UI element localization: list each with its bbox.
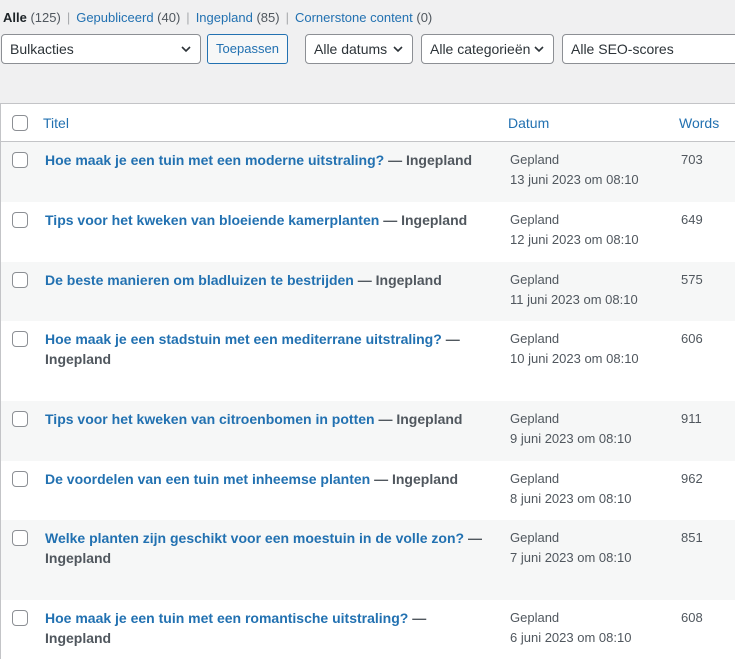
post-date-cell: Gepland 6 juni 2023 om 08:10 [510,608,631,648]
post-date: 7 juni 2023 om 08:10 [510,550,632,565]
view-separator: | [285,10,289,25]
post-status: Gepland [510,411,560,426]
row-checkbox[interactable] [12,411,28,427]
table-row: Welke planten zijn geschikt voor een moe… [1,520,735,600]
post-state: — Ingepland [357,272,442,288]
date-filter-value: Alle datums [314,41,388,57]
view-separator: | [186,10,190,25]
post-title-link[interactable]: Tips voor het kweken van bloeiende kamer… [45,212,379,228]
post-word-count: 851 [681,530,703,545]
post-title-link[interactable]: Hoe maak je een tuin met een moderne uit… [45,152,384,168]
view-link-0[interactable]: Alle [3,10,27,25]
post-word-count: 608 [681,610,703,625]
table-row: Hoe maak je een stadstuin met een medite… [1,321,735,401]
post-title-cell: Tips voor het kweken van citroenbomen in… [45,409,495,429]
seo-score-filter-value: Alle SEO-scores [571,41,674,57]
row-checkbox[interactable] [12,530,28,546]
table-row: De voordelen van een tuin met inheemse p… [1,461,735,520]
category-filter-select[interactable]: Alle categorieën [421,34,554,64]
post-title-cell: Tips voor het kweken van bloeiende kamer… [45,210,495,230]
bulk-actions-value: Bulkacties [10,41,74,57]
table-row: De beste manieren om bladluizen te bestr… [1,262,735,321]
table-row: Tips voor het kweken van bloeiende kamer… [1,202,735,262]
post-date-cell: Gepland 10 juni 2023 om 08:10 [510,329,639,369]
post-date-cell: Gepland 9 juni 2023 om 08:10 [510,409,631,449]
post-date: 6 juni 2023 om 08:10 [510,630,632,645]
post-word-count: 703 [681,152,703,167]
posts-table: Titel Datum Words Hoe maak je een tuin m… [0,103,735,659]
post-date-cell: Gepland 8 juni 2023 om 08:10 [510,469,631,509]
post-title-cell: De voordelen van een tuin met inheemse p… [45,469,495,489]
row-checkbox[interactable] [12,152,28,168]
post-status: Gepland [510,331,560,346]
bulk-actions-select[interactable]: Bulkacties [1,34,201,64]
view-count: (125) [30,10,61,25]
view-link-1[interactable]: Gepubliceerd [76,10,153,25]
post-title-cell: Welke planten zijn geschikt voor een moe… [45,528,495,568]
category-filter-value: Alle categorieën [430,41,531,57]
column-words-header: Words [679,115,720,131]
post-title-link[interactable]: De beste manieren om bladluizen te bestr… [45,272,354,288]
post-title-link[interactable]: Welke planten zijn geschikt voor een moe… [45,530,464,546]
row-checkbox[interactable] [12,331,28,347]
post-date: 11 juni 2023 om 08:10 [510,292,638,307]
column-date-header[interactable]: Datum [508,115,549,131]
select-all-checkbox[interactable] [12,115,28,131]
view-link-3[interactable]: Cornerstone content [295,10,413,25]
post-title-link[interactable]: De voordelen van een tuin met inheemse p… [45,471,370,487]
post-state: — Ingepland [378,411,463,427]
view-link-2[interactable]: Ingepland [196,10,253,25]
view-count: (85) [256,10,280,25]
post-date: 9 juni 2023 om 08:10 [510,431,632,446]
apply-button[interactable]: Toepassen [207,34,288,64]
post-status: Gepland [510,212,560,227]
date-filter-select[interactable]: Alle datums [305,34,413,64]
post-state: — Ingepland [388,152,473,168]
post-date-cell: Gepland 13 juni 2023 om 08:10 [510,150,639,190]
table-row: Tips voor het kweken van citroenbomen in… [1,401,735,461]
post-status: Gepland [510,471,560,486]
post-title-cell: Hoe maak je een tuin met een moderne uit… [45,150,495,170]
post-status: Gepland [510,610,560,625]
row-checkbox[interactable] [12,471,28,487]
post-title-cell: Hoe maak je een stadstuin met een medite… [45,329,495,369]
post-word-count: 649 [681,212,703,227]
post-word-count: 962 [681,471,703,486]
table-header: Titel Datum Words [1,104,735,142]
post-status-views: Alle (125) | Gepubliceerd (40) | Ingepland (… [3,9,432,26]
column-title-header[interactable]: Titel [43,115,69,131]
post-date-cell: Gepland 11 juni 2023 om 08:10 [510,270,638,310]
chevron-down-icon [181,46,191,53]
post-word-count: 606 [681,331,703,346]
post-title-link[interactable]: Tips voor het kweken van citroenbomen in… [45,411,375,427]
view-separator: | [66,10,71,25]
post-state: — Ingepland [383,212,468,228]
chevron-down-icon [393,46,403,53]
post-date-cell: Gepland 12 juni 2023 om 08:10 [510,210,639,250]
post-status: Gepland [510,530,560,545]
post-title-link[interactable]: Hoe maak je een stadstuin met een medite… [45,331,442,347]
seo-score-filter-select[interactable]: Alle SEO-scores [562,34,735,64]
post-word-count: 575 [681,272,703,287]
post-date: 10 juni 2023 om 08:10 [510,351,639,366]
post-title-cell: Hoe maak je een tuin met een romantische… [45,608,495,648]
table-row: Hoe maak je een tuin met een romantische… [1,600,735,659]
post-word-count: 911 [681,411,702,426]
row-checkbox[interactable] [12,212,28,228]
post-date: 12 juni 2023 om 08:10 [510,232,639,247]
post-date: 13 juni 2023 om 08:10 [510,172,639,187]
chevron-down-icon [534,46,544,53]
view-count: (40) [157,10,181,25]
table-row: Hoe maak je een tuin met een moderne uit… [1,142,735,202]
post-status: Gepland [510,152,560,167]
post-title-link[interactable]: Hoe maak je een tuin met een romantische… [45,610,408,626]
post-state: — Ingepland [374,471,459,487]
post-title-cell: De beste manieren om bladluizen te bestr… [45,270,495,290]
post-date: 8 juni 2023 om 08:10 [510,491,632,506]
post-date-cell: Gepland 7 juni 2023 om 08:10 [510,528,631,568]
view-count: (0) [416,10,433,25]
post-status: Gepland [510,272,560,287]
row-checkbox[interactable] [12,272,28,288]
row-checkbox[interactable] [12,610,28,626]
